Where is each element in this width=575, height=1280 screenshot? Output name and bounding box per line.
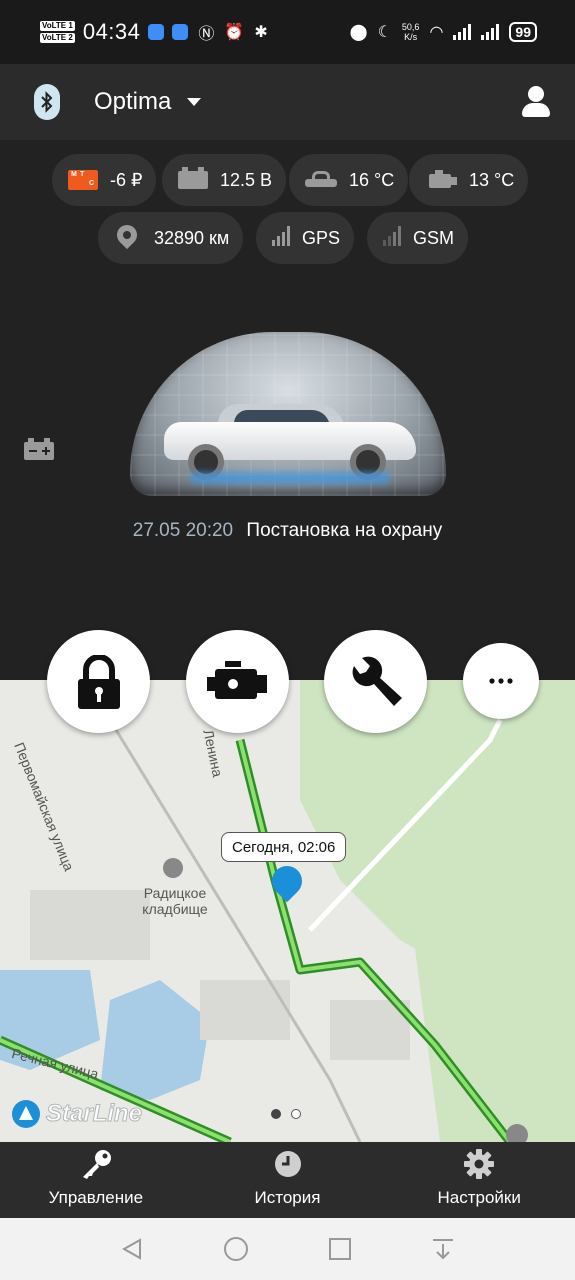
net-speed-value: 50,6 [401,22,420,32]
page-dot-1[interactable] [271,1109,281,1119]
gsm-chip[interactable]: GSM [367,212,469,264]
recents-icon[interactable] [328,1237,352,1261]
volte-2-label: VoLTE 2 [40,33,75,43]
signal-icon-1 [453,24,472,40]
voltage-chip[interactable]: 12.5 В [162,154,287,206]
gps-label: GPS [302,227,341,248]
voltage-value: 12.5 В [220,169,273,190]
alarm-icon: ⏰ [224,24,245,41]
user-icon[interactable] [521,86,551,118]
more-button[interactable] [463,643,539,719]
engine-icon [425,170,457,190]
chevron-down-icon[interactable] [187,98,202,106]
home-icon[interactable] [223,1236,249,1262]
starline-logo-icon [12,1100,40,1128]
nav-settings-label: Настройки [437,1188,521,1207]
bottom-navigation: Управление История Настройки [0,1142,575,1218]
car-location-bubble[interactable]: Сегодня, 02:06 [221,832,347,862]
map-view[interactable]: Первомайская улица Ленина Радицкое кладб… [0,680,575,1142]
battery-indicator: 99 [509,22,537,42]
page-dot-2[interactable] [291,1109,301,1119]
car-battery-icon [178,167,208,189]
volte-1-label: VoLTE 1 [40,21,75,31]
notification-app-icon [148,24,165,40]
lock-icon [77,654,120,709]
system-navigation [0,1218,575,1280]
status-bar: VoLTE 1 VoLTE 2 04:34 Ⓝ ⏰ ✱ ⬤ ☾ 50,6 K/s… [0,0,575,64]
volte-indicator: VoLTE 1 VoLTE 2 [40,21,75,43]
device-name[interactable]: Optima [94,88,171,116]
bluetooth-status-icon: ✱ [254,24,268,41]
starline-watermark: StarLine [12,1100,143,1128]
engine-temp-value: 13 °C [469,169,515,190]
starline-wordmark: StarLine [45,1100,143,1128]
gear-icon [464,1148,495,1180]
key-icon [79,1148,113,1180]
nav-settings[interactable]: Настройки [383,1142,575,1218]
engine-temp-chip[interactable]: 13 °C [409,154,529,206]
service-button[interactable] [324,630,427,733]
poi-label-cemetery: Радицкое кладбище [142,885,208,917]
nav-history-label: История [254,1188,321,1207]
wifi-icon: ◠ [429,24,444,41]
event-text: Постановка на охрану [246,520,443,541]
back-icon[interactable] [120,1237,144,1261]
notification-pull-icon[interactable] [431,1236,455,1262]
more-icon [489,678,513,684]
net-speed-unit: K/s [404,32,418,42]
gps-chip[interactable]: GPS [256,212,355,264]
nfc-icon: Ⓝ [198,26,215,43]
cabin-temp-chip[interactable]: 16 °C [289,154,409,206]
page-indicator [271,1109,301,1119]
last-event[interactable]: 27.05 20:20 Постановка на охрану [0,520,575,542]
clock: 04:34 [82,19,141,44]
operator-logo-icon: МТС [68,170,98,190]
nav-control[interactable]: Управление [0,1142,192,1218]
gsm-signal-icon [383,226,401,246]
location-pin-icon [112,220,142,252]
clock-icon [274,1148,302,1180]
car-image [164,400,416,480]
nav-control-label: Управление [48,1188,144,1207]
signal-icon-2 [481,24,500,40]
location-icon: ⬤ [349,24,368,41]
balance-value: -6 ₽ [110,169,143,190]
car-status-dome[interactable] [130,332,446,496]
nav-history[interactable]: История [192,1142,384,1218]
bluetooth-icon[interactable] [34,84,60,120]
moon-icon: ☾ [377,24,392,41]
mileage-value: 32890 км [154,227,230,248]
car-icon [305,171,337,189]
notification-app-icon-2 [172,24,189,40]
mileage-chip[interactable]: 32890 км [98,212,244,264]
gps-signal-icon [272,226,290,246]
wrench-icon [352,656,402,706]
balance-chip[interactable]: МТС -6 ₽ [52,154,157,206]
engine-icon [206,660,267,699]
event-time: 27.05 20:20 [132,520,234,541]
fuel-poi-icon[interactable] [506,1124,528,1142]
network-speed: 50,6 K/s [402,22,420,42]
gsm-label: GSM [413,227,455,248]
battery-warning-icon [24,438,54,465]
cemetery-poi-icon[interactable] [163,858,183,878]
engine-start-button[interactable] [186,630,289,733]
lock-button[interactable] [47,630,150,733]
cabin-temp-value: 16 °C [349,169,395,190]
app-header: Optima [0,64,575,140]
